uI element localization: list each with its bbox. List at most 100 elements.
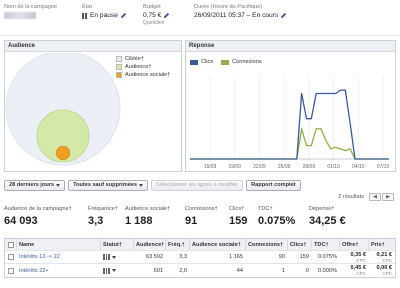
chevron-down-icon — [139, 183, 144, 187]
row-checkbox-cell[interactable] — [5, 251, 17, 263]
edit-duration-pencil-icon[interactable] — [280, 12, 287, 19]
header-name[interactable]: Name — [17, 239, 101, 250]
row-offer[interactable]: 0,35 € CPC — [340, 251, 369, 263]
duration-label: Durée (Heure du Pacifique) — [194, 4, 263, 10]
stat-audience: Audience de la campagne† 64 093 — [4, 206, 72, 227]
stat-tdc-label: TDC† — [258, 206, 273, 212]
x-tick-label: 28/09 — [303, 164, 316, 170]
stat-tdc-value: 0.075% — [258, 215, 296, 227]
row-status-control[interactable] — [103, 264, 134, 277]
legend-item-connexions[interactable]: Connexions — [221, 59, 262, 65]
chevron-down-icon — [111, 269, 116, 272]
reponse-legend: Clics Connexions — [190, 59, 262, 65]
state-label: État — [82, 4, 92, 10]
table-row: Intérêts 13 -> 22 63 592 3,3 1 165 90 15… — [5, 251, 395, 264]
header-connexions[interactable]: Connexions† — [246, 239, 288, 250]
row-connexions: 1 — [281, 267, 285, 274]
row-name-link[interactable]: Intérêts 13 -> 22 — [19, 251, 101, 263]
campaign-name-block: Nom de la campagne — [4, 4, 57, 19]
row-clics: 0 — [305, 267, 309, 274]
header-audience[interactable]: Audience† — [134, 239, 166, 250]
social-audience-circle — [56, 146, 70, 160]
select-all-checkbox[interactable] — [7, 241, 14, 248]
modify-rows-button[interactable]: Sélectionner les lignes à modifier — [151, 179, 244, 191]
pager: ◀ ▶ — [369, 193, 394, 201]
series-line-connexions — [190, 128, 389, 160]
legend-item-clics[interactable]: Clics — [190, 59, 213, 65]
row-offer-unit: CPC — [356, 257, 366, 263]
x-tick-label: 16/09 — [204, 164, 217, 170]
stat-spend-value: 34,25 € — [309, 215, 346, 227]
swatch-targeted — [116, 56, 122, 62]
row-frequency: 2,0 — [179, 267, 187, 274]
legend-label-connexions: Connexions — [232, 59, 262, 65]
x-tick-label: 19/09 — [228, 164, 241, 170]
stat-tdc: TDC† 0.075% — [258, 206, 295, 227]
header-price[interactable]: Prix† — [369, 239, 395, 250]
header-frequency[interactable]: Fréq.† — [166, 239, 190, 250]
full-report-label: Rapport complet — [251, 182, 296, 188]
stat-audience-label: Audience de la campagne† — [4, 206, 72, 212]
row-checkbox[interactable] — [8, 254, 14, 260]
audience-panel-title: Audience — [5, 41, 181, 52]
audience-legend: Ciblée† Audience† Audience sociale† — [116, 56, 170, 80]
pause-icon — [82, 12, 88, 19]
swatch-social — [116, 72, 122, 78]
reponse-panel-title: Réponse — [186, 41, 395, 52]
stat-clics: Clics† 159 — [229, 206, 247, 227]
row-status-control[interactable] — [103, 251, 134, 263]
legend-item-social: Audience sociale† — [116, 72, 170, 78]
row-price: 0,21 € CPC — [369, 251, 395, 263]
budget-sub: Quotidien — [143, 20, 165, 26]
stat-connexions: Connexions† 91 — [185, 206, 218, 227]
stat-audience-value: 64 093 — [4, 215, 38, 227]
campaign-info-row: Nom de la campagne État En pause Budget … — [0, 0, 400, 36]
prev-page-icon[interactable]: ◀ — [369, 193, 381, 201]
header-status[interactable]: Statut† — [101, 239, 134, 250]
row-offer[interactable]: 0,45 € CPC — [340, 264, 369, 277]
stat-connexions-label: Connexions† — [185, 206, 218, 212]
campaign-name-value — [4, 12, 36, 19]
filter-select[interactable]: Toutes sauf supprimées — [68, 179, 149, 191]
row-name-link[interactable]: Intérêts 22+ — [19, 264, 101, 277]
next-page-icon[interactable]: ▶ — [382, 193, 394, 201]
row-connexions: 90 — [278, 254, 285, 260]
row-price-unit: CPC — [382, 271, 392, 276]
row-social: 44 — [236, 267, 243, 274]
stat-frequency: Fréquence† 3,3 — [88, 206, 118, 227]
duration-value: 26/09/2011 05:37 – En cours — [194, 12, 279, 19]
ads-table: Name Statut† Audience† Fréq.† Audience s… — [4, 238, 396, 278]
edit-budget-pencil-icon[interactable] — [163, 12, 170, 19]
filter-select-label: Toutes sauf supprimées — [73, 182, 138, 188]
swatch-clics — [190, 59, 198, 65]
header-select-all[interactable] — [5, 239, 17, 250]
stat-spend-label: Dépense† — [309, 206, 335, 212]
row-tdc: 0.000% — [318, 267, 337, 274]
period-select-label: 28 derniers jours — [9, 182, 55, 188]
row-clics: 159 — [299, 254, 309, 260]
row-checkbox[interactable] — [8, 267, 14, 274]
results-count: 2 résultats — [338, 194, 364, 200]
stat-frequency-value: 3,3 — [88, 215, 104, 227]
period-select[interactable]: 28 derniers jours — [4, 179, 66, 191]
toolbar: 28 derniers jours Toutes sauf supprimées… — [4, 178, 396, 192]
budget-block: Budget 0,75 € Quotidien — [143, 4, 170, 26]
legend-label-audience: Audience† — [125, 64, 152, 70]
audience-panel: Audience Ciblée† Audience† Audience soci… — [4, 40, 182, 172]
row-tdc: 0.075% — [318, 254, 337, 260]
reponse-panel: Réponse Clics Connexions 16/09 19/09 22/09… — [185, 40, 396, 172]
chevron-down-icon — [56, 183, 61, 187]
duration-block: Durée (Heure du Pacifique) 26/09/2011 05… — [194, 4, 287, 19]
full-report-button[interactable]: Rapport complet — [246, 179, 301, 191]
x-tick-label: 04/10 — [352, 164, 365, 170]
header-offer[interactable]: Offre† — [340, 239, 369, 250]
header-clics[interactable]: Clics† — [288, 239, 312, 250]
header-social[interactable]: Audience sociale† — [190, 239, 246, 250]
row-checkbox-cell[interactable] — [5, 264, 17, 277]
edit-state-pencil-icon[interactable] — [120, 12, 127, 19]
response-line-chart: 16/09 19/09 22/09 25/09 28/09 01/10 04/10 07/10 — [190, 75, 389, 170]
chevron-down-icon — [111, 255, 116, 259]
header-tdc[interactable]: TDC† — [312, 239, 340, 250]
stat-connexions-value: 91 — [185, 215, 198, 227]
legend-label-social: Audience sociale† — [125, 72, 171, 78]
